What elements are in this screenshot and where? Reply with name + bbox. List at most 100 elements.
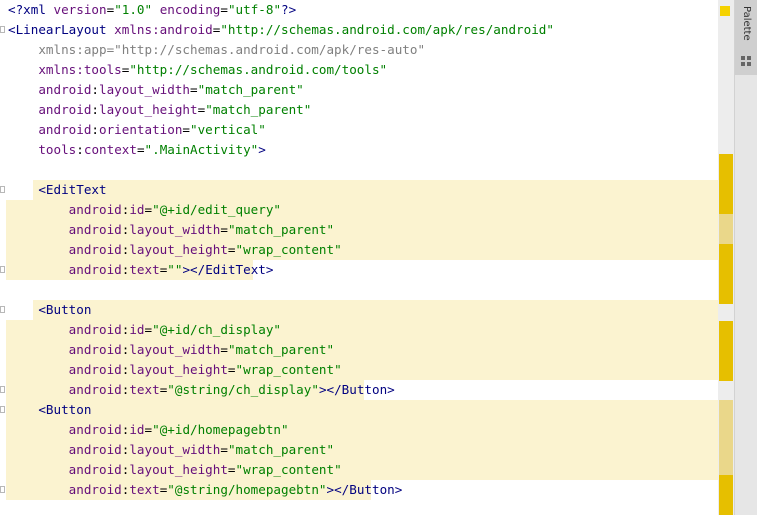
code-token: = — [220, 222, 228, 237]
code-token: "http://schemas.android.com/apk/res/andr… — [220, 22, 554, 37]
code-token: <? — [8, 2, 24, 17]
code-line[interactable]: android:layout_height="match_parent" — [8, 100, 311, 120]
code-line[interactable]: android:layout_width="match_parent" — [8, 440, 334, 460]
code-line[interactable]: tools:context=".MainActivity"> — [8, 140, 266, 160]
fold-marker[interactable] — [0, 406, 5, 413]
code-token: android — [68, 202, 122, 217]
code-token: "vertical" — [190, 122, 266, 137]
code-token: = — [220, 442, 228, 457]
code-line[interactable]: android:text="@string/ch_display"></Butt… — [8, 380, 395, 400]
code-token: = — [227, 242, 236, 257]
code-token: "match_parent" — [227, 442, 335, 457]
fold-marker[interactable] — [0, 186, 5, 193]
palette-icon — [741, 56, 751, 66]
fold-marker[interactable] — [0, 386, 5, 393]
code-token: xml — [23, 2, 54, 17]
fold-marker[interactable] — [0, 306, 5, 313]
code-token: ".MainActivity" — [144, 142, 259, 157]
analysis-status-marker[interactable] — [720, 6, 730, 16]
code-token: "match_parent" — [227, 342, 335, 357]
code-token: = — [227, 362, 236, 377]
code-token: android — [68, 222, 122, 237]
code-token: = — [144, 322, 153, 337]
code-token: id — [129, 322, 145, 337]
code-token: id — [129, 422, 145, 437]
code-token: "@+id/homepagebtn" — [152, 422, 289, 437]
code-token: android — [68, 462, 122, 477]
code-token: text — [129, 382, 160, 397]
code-line[interactable]: android:layout_width="match_parent" — [8, 340, 334, 360]
code-token: android — [68, 262, 122, 277]
code-line[interactable]: android:id="@+id/ch_display" — [8, 320, 281, 340]
code-token: layout_width — [99, 82, 191, 97]
scrollbar-marker[interactable] — [719, 321, 733, 381]
code-line[interactable]: android:layout_height="wrap_content" — [8, 240, 342, 260]
code-line[interactable]: android:layout_width="match_parent" — [8, 220, 334, 240]
code-token: "@string/homepagebtn" — [167, 482, 327, 497]
editor-scrollbar[interactable] — [718, 0, 734, 515]
code-token: ></Button> — [326, 482, 403, 497]
code-line[interactable]: android:id="@+id/homepagebtn" — [8, 420, 289, 440]
fold-marker[interactable] — [0, 266, 5, 273]
right-tool-sidebar: Palette — [734, 0, 757, 515]
code-line[interactable]: android:layout_height="wrap_content" — [8, 460, 342, 480]
code-token: layout_height — [99, 102, 198, 117]
code-token: layout_width — [129, 342, 221, 357]
code-line[interactable]: android:layout_height="wrap_content" — [8, 360, 342, 380]
code-token: version — [53, 2, 107, 17]
code-token: = — [220, 2, 228, 17]
code-token: "@+id/edit_query" — [152, 202, 282, 217]
code-editor[interactable]: <?xml version="1.0" encoding="utf-8"?> <L… — [0, 0, 718, 515]
code-token: > — [258, 142, 266, 157]
code-line[interactable]: android:id="@+id/edit_query" — [8, 200, 281, 220]
code-line[interactable]: xmlns:tools="http://schemas.android.com/… — [8, 60, 387, 80]
code-token: "" — [167, 262, 183, 277]
fold-marker[interactable] — [0, 486, 5, 493]
scrollbar-marker[interactable] — [719, 214, 733, 244]
code-token: xmlns:android — [114, 22, 213, 37]
highlight-button1-block — [33, 300, 718, 320]
code-token: id — [129, 202, 145, 217]
code-token: : — [91, 122, 100, 137]
code-token: android — [38, 102, 92, 117]
fold-marker[interactable] — [0, 26, 5, 33]
code-token: "@string/ch_display" — [167, 382, 319, 397]
scrollbar-marker[interactable] — [719, 475, 733, 515]
code-token: = — [227, 462, 236, 477]
code-line[interactable]: <LinearLayout xmlns:android="http://sche… — [8, 20, 554, 40]
code-token: "http://schemas.android.com/tools" — [129, 62, 388, 77]
code-token: android — [68, 242, 122, 257]
code-line[interactable]: android:text="@string/homepagebtn"></But… — [8, 480, 403, 500]
code-token: android — [68, 382, 122, 397]
scrollbar-marker[interactable] — [719, 244, 733, 304]
code-token: : — [91, 102, 100, 117]
code-line[interactable]: <?xml version="1.0" encoding="utf-8"?> — [8, 0, 296, 20]
code-token: orientation — [99, 122, 183, 137]
code-line[interactable]: xmlns:app="http://schemas.android.com/ap… — [8, 40, 425, 60]
code-line[interactable]: android:layout_width="match_parent" — [8, 80, 303, 100]
code-line[interactable]: android:orientation="vertical" — [8, 120, 266, 140]
code-token: xmlns:app — [8, 42, 107, 57]
code-line[interactable]: <EditText — [8, 180, 106, 200]
code-token: "1.0" — [114, 2, 153, 17]
scrollbar-marker[interactable] — [719, 400, 733, 475]
highlight-edittext-open — [33, 180, 718, 200]
code-line[interactable]: <Button — [8, 400, 91, 420]
code-token: : — [91, 82, 100, 97]
code-token: ></Button> — [318, 382, 395, 397]
code-line[interactable]: android:text=""></EditText> — [8, 260, 274, 280]
code-line[interactable]: <Button — [8, 300, 91, 320]
scrollbar-marker[interactable] — [719, 154, 733, 214]
palette-tab[interactable]: Palette — [735, 0, 757, 75]
code-token: android — [68, 322, 122, 337]
code-token: layout_width — [129, 442, 221, 457]
